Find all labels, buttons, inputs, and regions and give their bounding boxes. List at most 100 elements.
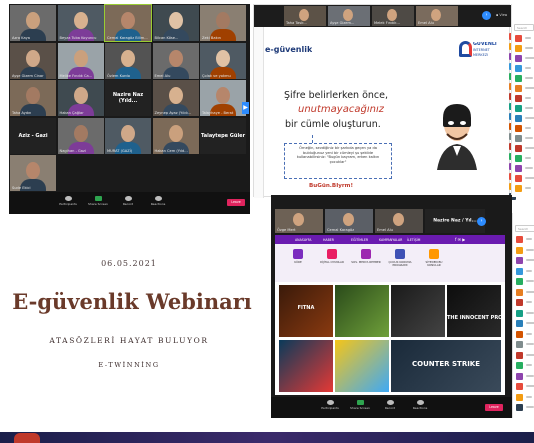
video-tile[interactable]: Hakan Cem (Yıld... xyxy=(152,117,199,154)
participant-row[interactable] xyxy=(512,54,534,63)
participant-face xyxy=(293,213,304,226)
video-tile[interactable]: Emel Alu xyxy=(375,209,423,233)
participant-row[interactable] xyxy=(512,124,534,133)
view-option[interactable]: ▪ View xyxy=(496,13,507,17)
search-field[interactable]: Search xyxy=(515,225,534,232)
participant-row[interactable] xyxy=(513,340,534,349)
participant-row[interactable] xyxy=(513,235,534,244)
site-nav-item[interactable]: HABER xyxy=(323,238,334,242)
site-nav-item[interactable]: EĞİTİMLER xyxy=(351,238,368,242)
participant-row[interactable] xyxy=(512,94,534,103)
site-category[interactable]: DİJİTAL OYUNLAR xyxy=(317,249,347,279)
participant-row[interactable] xyxy=(512,34,534,43)
video-tile[interactable]: Zeynep Ayaz (Yıldı... xyxy=(152,80,199,116)
video-tile[interactable]: Aziz - Gazi xyxy=(10,117,56,154)
participant-row[interactable] xyxy=(513,288,534,297)
search-field[interactable]: Search xyxy=(514,24,534,31)
participant-row[interactable] xyxy=(513,319,534,328)
video-tile[interactable]: Talaytepe Güler xyxy=(200,117,246,154)
video-tile[interactable]: Çolak ve yokmu xyxy=(200,42,246,79)
video-tile[interactable]: Taha Tasir... xyxy=(284,6,326,26)
participant-row[interactable] xyxy=(512,144,534,153)
participant-row[interactable] xyxy=(513,382,534,391)
video-tile[interactable]: Zeki Bakın xyxy=(200,5,246,41)
video-tile[interactable]: Hakan Çağlar xyxy=(57,80,104,116)
game-thumbnail[interactable] xyxy=(391,285,445,337)
video-tile[interactable]: Emel Alu xyxy=(152,42,199,79)
participant-row[interactable] xyxy=(512,74,534,83)
site-nav-item[interactable]: ANASAYFA xyxy=(295,238,311,242)
game-thumbnail[interactable]: FITNA xyxy=(279,285,333,337)
next-arrow[interactable]: › xyxy=(477,217,486,226)
participant-row[interactable] xyxy=(512,44,534,53)
video-tile[interactable]: Sude Ekici xyxy=(10,155,56,191)
participant-row[interactable] xyxy=(513,246,534,255)
participant-row[interactable] xyxy=(512,184,534,193)
participant-row[interactable] xyxy=(513,309,534,318)
toolbar-participants-button[interactable]: Participants xyxy=(317,400,343,416)
participant-row[interactable] xyxy=(513,351,534,360)
social-icons[interactable]: f ✉ ▶ xyxy=(455,237,465,242)
video-tile[interactable]: Cemal Karagöz Bilim... xyxy=(104,4,152,42)
participant-row[interactable] xyxy=(513,372,534,381)
participant-row[interactable] xyxy=(513,256,534,265)
video-tile[interactable]: Ayşe Gizem Cinar xyxy=(10,42,56,79)
participant-row[interactable] xyxy=(513,267,534,276)
site-category[interactable]: SİTEDEN BU KONULAR xyxy=(419,249,449,279)
participant-row[interactable] xyxy=(512,84,534,93)
leave-button[interactable]: Leave xyxy=(485,404,503,411)
site-category[interactable]: SOS. MEDYA REHBER xyxy=(351,249,381,279)
video-tile[interactable]: MURAT (GAZİ) xyxy=(105,117,151,154)
participant-row[interactable] xyxy=(512,104,534,113)
participant-row[interactable] xyxy=(512,114,534,123)
start-button[interactable] xyxy=(14,433,40,443)
video-tile[interactable]: Talayhaye - Berat xyxy=(200,80,246,116)
video-tile[interactable]: Melike Fındık Ca... xyxy=(57,42,104,79)
video-tile[interactable]: Nazire Naz (Yıld... xyxy=(105,80,151,116)
toolbar-reactions-button[interactable]: Reactions xyxy=(145,196,171,212)
site-nav-item[interactable]: KAMPANYALAR xyxy=(379,238,402,242)
toolbar-record-button[interactable]: Record xyxy=(377,400,403,416)
game-thumbnail[interactable]: COUNTER STRIKE xyxy=(391,340,501,392)
participant-row[interactable] xyxy=(513,361,534,370)
game-thumbnail[interactable] xyxy=(335,340,389,392)
participant-name: Taha Aydın xyxy=(12,111,32,115)
participant-row[interactable] xyxy=(513,277,534,286)
video-tile[interactable]: Cemal Karagöz xyxy=(325,209,373,233)
leave-button[interactable]: Leave xyxy=(227,199,245,206)
video-tile[interactable]: Emel Alu xyxy=(416,6,458,26)
toolbar-reactions-button[interactable]: Reactions xyxy=(407,400,433,416)
video-tile[interactable]: Özge Mert xyxy=(275,209,323,233)
game-thumbnail[interactable] xyxy=(335,285,389,337)
site-category[interactable]: KÜRE xyxy=(283,249,313,279)
video-tile[interactable]: Azra Kaya xyxy=(10,5,56,41)
video-tile[interactable]: Nazire Naz / Yıl... xyxy=(425,209,485,233)
participant-row[interactable] xyxy=(513,403,534,412)
video-tile[interactable]: Taha Aydın xyxy=(10,80,56,116)
participant-row[interactable] xyxy=(512,134,534,143)
participant-row[interactable] xyxy=(512,64,534,73)
participant-row[interactable] xyxy=(512,164,534,173)
participant-row[interactable] xyxy=(513,393,534,402)
next-page-arrow[interactable]: ▶ xyxy=(242,102,249,114)
toolbar-share-screen-button[interactable]: Share Screen xyxy=(85,196,111,212)
participant-face xyxy=(168,49,183,67)
site-category[interactable]: ÇOCUK KORUMA PROGRAMI xyxy=(385,249,415,279)
video-tile[interactable]: Beyza Tuba Koyuncu xyxy=(57,5,104,41)
video-tile[interactable]: Melek Fındık... xyxy=(372,6,414,26)
toolbar-share-screen-button[interactable]: Share Screen xyxy=(347,400,373,416)
participant-row[interactable] xyxy=(513,298,534,307)
video-tile[interactable]: Ayşe Gizem... xyxy=(328,6,370,26)
toolbar-participants-button[interactable]: Participants xyxy=(55,196,81,212)
site-nav-item[interactable]: İLETİŞİM xyxy=(407,238,420,242)
game-thumbnail[interactable]: THE INNOCENT PROPHET xyxy=(447,285,501,337)
participant-row[interactable] xyxy=(512,154,534,163)
video-tile[interactable]: Bilcan Köse... xyxy=(152,5,199,41)
participant-row[interactable] xyxy=(512,174,534,183)
video-tile[interactable]: Özlem Kurdo xyxy=(105,42,151,79)
next-arrow[interactable]: › xyxy=(482,11,491,20)
video-tile[interactable]: Nagihan - Gazi xyxy=(57,117,104,154)
participant-row[interactable] xyxy=(513,330,534,339)
toolbar-record-button[interactable]: Record xyxy=(115,196,141,212)
game-thumbnail[interactable] xyxy=(279,340,333,392)
